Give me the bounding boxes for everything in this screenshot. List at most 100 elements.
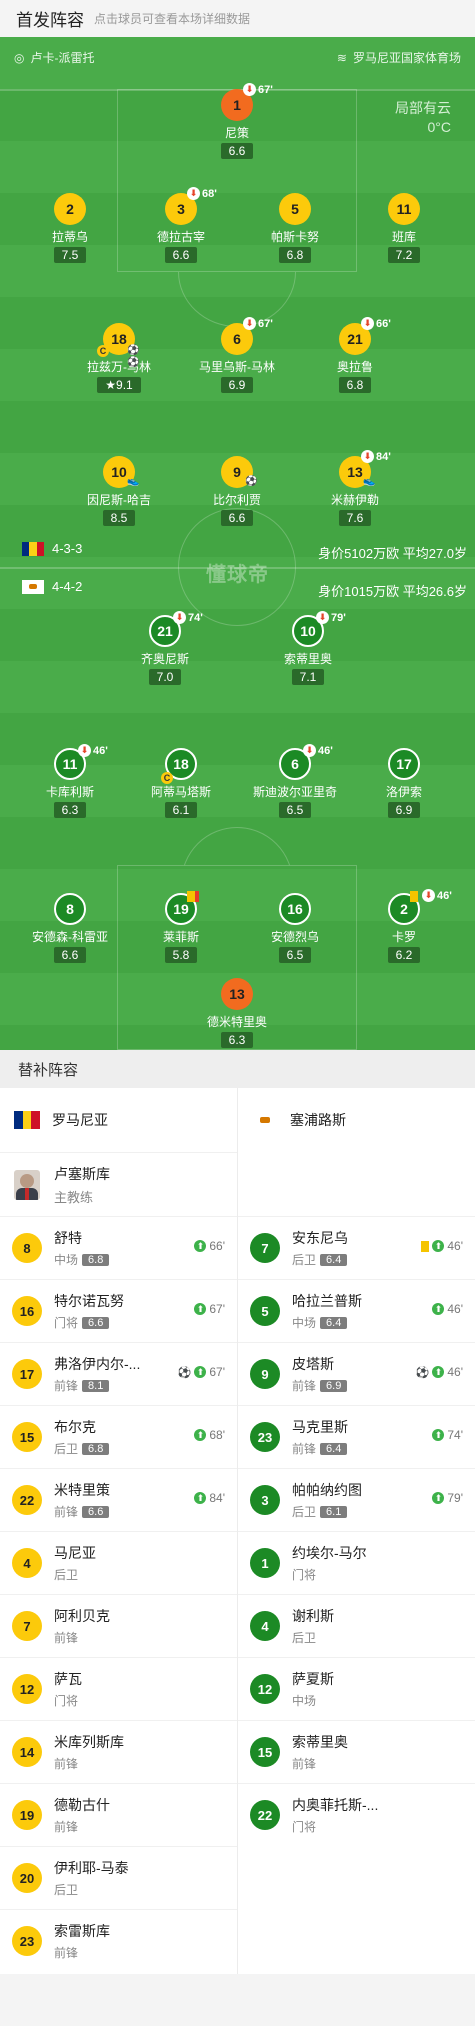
weather-desc: 局部有云 xyxy=(395,100,451,116)
bench-player-row[interactable]: 3 帕帕纳约图 后卫 6.1 ⬆ 79' xyxy=(238,1468,475,1531)
bench-player-row[interactable]: 23 马克里斯 前锋 6.4 ⬆ 74' xyxy=(238,1405,475,1468)
bench-player-number: 23 xyxy=(12,1926,42,1956)
player-away[interactable]: 6 ⬇ 46' 斯迪波尔亚里奇 6.5 xyxy=(235,744,355,819)
assist-icon: 👟 xyxy=(363,476,376,487)
sub-on-icon: ⬆ xyxy=(432,1429,445,1441)
bench-player-number: 22 xyxy=(12,1485,42,1515)
bench-player-row[interactable]: 22 米特里策 前锋 6.6 ⬆ 84' xyxy=(0,1468,237,1531)
player-away-gk[interactable]: 13 德米特里奥 6.3 xyxy=(177,978,297,1049)
bench-player-position: 前锋 xyxy=(54,1631,79,1645)
bench-player-row[interactable]: 15 索蒂里奥 前锋 xyxy=(238,1720,475,1783)
player-home[interactable]: 5 帕斯卡努 6.8 xyxy=(235,193,355,264)
player-rating: 7.2 xyxy=(387,247,421,263)
bench-player-position: 前锋 xyxy=(54,1379,79,1393)
player-home[interactable]: 10 👟 因尼斯-哈吉 8.5 xyxy=(59,456,179,527)
bench-player-position: 门将 xyxy=(54,1694,79,1708)
player-home[interactable]: 3 ⬇ 68' 德拉古宰 6.6 xyxy=(121,187,241,264)
player-rating: 6.6 xyxy=(220,510,254,526)
bench-player-number: 12 xyxy=(12,1674,42,1704)
player-home[interactable]: 11 班库 7.2 xyxy=(344,193,464,264)
bench-player-row[interactable]: 12 萨夏斯 中场 xyxy=(238,1657,475,1720)
bench-player-rating: 6.6 xyxy=(82,1505,110,1518)
bench-player-row[interactable]: 1 约埃尔-马尔 门将 xyxy=(238,1531,475,1594)
bench-player-row[interactable]: 22 内奥菲托斯-... 门将 xyxy=(238,1783,475,1846)
bench-player-number: 7 xyxy=(12,1611,42,1641)
bench-player-number: 15 xyxy=(250,1737,280,1767)
sub-off-icon: ⬇ xyxy=(422,889,435,902)
yellow-card-icon xyxy=(410,891,418,902)
bench-player-row[interactable]: 15 布尔克 后卫 6.8 ⬆ 68' xyxy=(0,1405,237,1468)
bench-player-name: 德勒古什 xyxy=(54,1797,110,1813)
bench-player-row[interactable]: 7 安东尼乌 后卫 6.4 ⬆ 46' xyxy=(238,1216,475,1279)
bench-player-name: 布尔克 xyxy=(54,1419,96,1435)
bench-player-number: 12 xyxy=(250,1674,280,1704)
player-home[interactable]: 13 ⬇ 84' 👟 米赫伊勒 7.6 xyxy=(295,450,415,527)
bench-player-row[interactable]: 4 谢利斯 后卫 xyxy=(238,1594,475,1657)
away-formation: 4-4-2 xyxy=(22,579,82,594)
bench-player-row[interactable]: 5 哈拉兰普斯 中场 6.4 ⬆ 46' xyxy=(238,1279,475,1342)
coach-row[interactable]: 卢塞斯库 主教练 xyxy=(0,1152,237,1216)
assist-icon: 👟 xyxy=(127,476,140,487)
bench-player-row[interactable]: 23 索雷斯库 前锋 xyxy=(0,1909,237,1972)
bench-player-position: 中场 xyxy=(54,1253,79,1267)
bench-player-number: 4 xyxy=(250,1611,280,1641)
bench-player-row[interactable]: 4 马尼亚 后卫 xyxy=(0,1531,237,1594)
bench-player-name: 米特里策 xyxy=(54,1482,110,1498)
bench-player-row[interactable]: 20 伊利耶-马泰 后卫 xyxy=(0,1846,237,1909)
bench-player-number: 5 xyxy=(250,1296,280,1326)
player-home[interactable]: 9 ⚽ 比尔利贾 6.6 xyxy=(177,456,297,527)
bench-home-team: 罗马尼亚 xyxy=(14,1088,108,1152)
player-away[interactable]: 21 ⬇ 74' 齐奥尼斯 7.0 xyxy=(105,611,225,686)
bench-player-number: 19 xyxy=(12,1800,42,1830)
bench-player-row[interactable]: 14 米库列斯库 前锋 xyxy=(0,1720,237,1783)
bench-player-name: 哈拉兰普斯 xyxy=(292,1293,362,1309)
player-away[interactable]: 10 ⬇ 79' 索蒂里奥 7.1 xyxy=(248,611,368,686)
sub-off-icon: ⬇ xyxy=(361,450,374,463)
bench-player-name: 米库列斯库 xyxy=(54,1734,124,1750)
sub-on-icon: ⬆ xyxy=(432,1492,445,1504)
player-home[interactable]: 2 拉蒂乌 7.5 xyxy=(10,193,130,264)
sub-on-icon: ⬆ xyxy=(194,1366,207,1378)
bench-player-position: 中场 xyxy=(292,1694,317,1708)
player-name: 索蒂里奥 xyxy=(283,652,332,666)
player-away[interactable]: 8 安德森-科雷亚 6.6 xyxy=(10,893,130,964)
stadium: ≋ 罗马尼亚国家体育场 xyxy=(336,50,461,66)
star-icon: ★ xyxy=(105,378,117,392)
bench-player-row[interactable]: 7 阿利贝克 前锋 xyxy=(0,1594,237,1657)
bench-player-row[interactable]: 16 特尔诺瓦努 门将 6.6 ⬆ 67' xyxy=(0,1279,237,1342)
bench-player-number: 17 xyxy=(12,1359,42,1389)
bench-player-row[interactable]: 12 萨瓦 门将 xyxy=(0,1657,237,1720)
player-rating: ★9.1 xyxy=(97,377,141,393)
cyprus-flag-icon xyxy=(22,579,44,594)
player-rating: 6.9 xyxy=(220,377,254,393)
bench-player-row[interactable]: 19 德勒古什 前锋 xyxy=(0,1783,237,1846)
bench-player-rating: 6.8 xyxy=(82,1442,110,1455)
bench-player-row[interactable]: 8 舒特 中场 6.8 ⬆ 66' xyxy=(0,1216,237,1279)
player-number: 21 ⬇ 66' xyxy=(339,317,391,355)
bench-player-name: 约埃尔-马尔 xyxy=(292,1545,367,1561)
player-rating: 6.6 xyxy=(220,143,254,159)
sub-event: ⬆ 67' xyxy=(194,1302,225,1316)
lineup-header: 首发阵容 点击球员可查看本场详细数据 xyxy=(0,0,475,37)
player-rating: 6.9 xyxy=(387,802,421,818)
bench-player-position: 后卫 xyxy=(292,1505,317,1519)
sub-on-icon: ⬆ xyxy=(432,1366,445,1378)
weather-temp: 0°C xyxy=(427,119,452,135)
sub-on-icon: ⬆ xyxy=(194,1492,207,1504)
player-away[interactable]: 11 ⬇ 46' 卡库利斯 6.3 xyxy=(10,744,130,819)
home-value: 身价5102万欧 平均27.0岁 xyxy=(318,546,467,561)
player-away[interactable]: 18 C 阿蒂马塔斯 6.1 xyxy=(121,748,241,819)
watermark-logo: 懂球帝 xyxy=(206,564,269,586)
player-away[interactable]: 16 安德烈乌 6.5 xyxy=(235,893,355,964)
player-number: 17 xyxy=(388,748,420,780)
player-home[interactable]: 18 C ⚽⚽ 拉兹万-马林 ★9.1 xyxy=(59,323,179,394)
bench-player-row[interactable]: 17 弗洛伊内尔-... 前锋 8.1 ⚽ ⬆ 67' xyxy=(0,1342,237,1405)
player-home[interactable]: 6 ⬇ 67' 马里乌斯-马林 6.9 xyxy=(177,317,297,394)
player-home-gk[interactable]: 1 ⬇ 67' 尼策 6.6 xyxy=(177,83,297,160)
bench-player-row[interactable]: 9 皮塔斯 前锋 6.9 ⚽ ⬆ 46' xyxy=(238,1342,475,1405)
player-home[interactable]: 21 ⬇ 66' 奥拉鲁 6.8 xyxy=(295,317,415,394)
captain-icon: C xyxy=(97,345,109,357)
player-away[interactable]: 2 ⬇ 46' 卡罗 6.2 xyxy=(344,889,464,964)
player-away[interactable]: 17 洛伊索 6.9 xyxy=(344,748,464,819)
player-away[interactable]: 19 莱菲斯 5.8 xyxy=(121,891,241,964)
